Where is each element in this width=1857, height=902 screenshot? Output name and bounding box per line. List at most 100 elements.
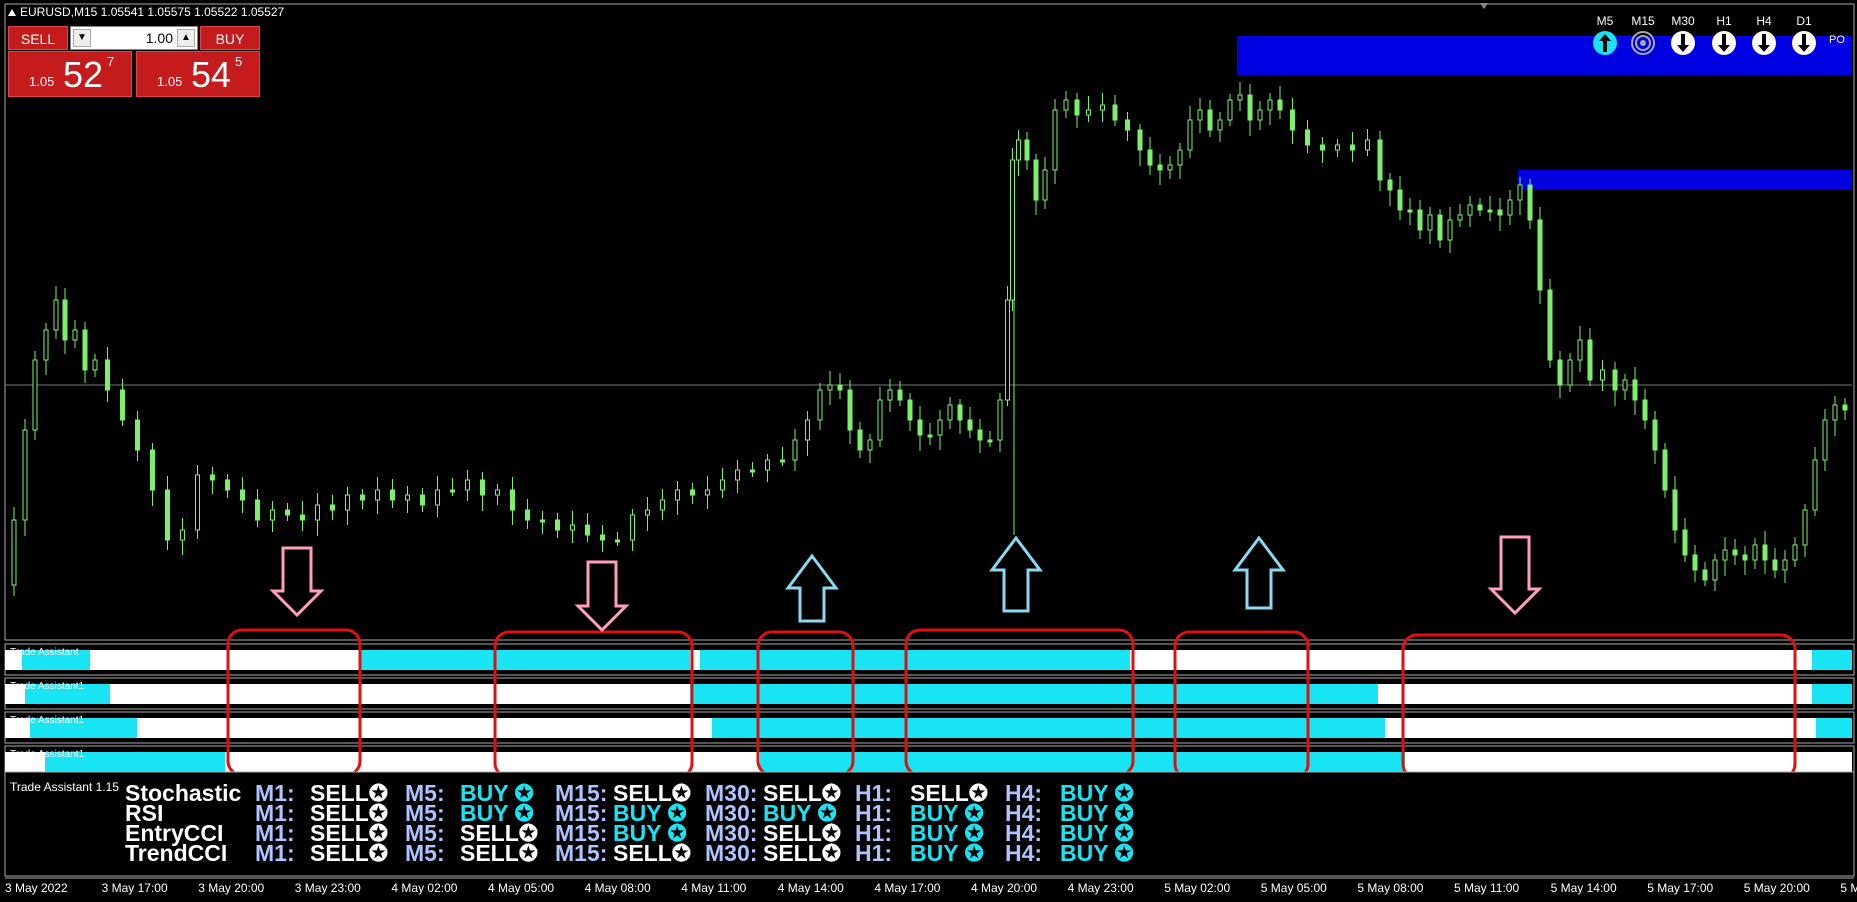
candle-body (630, 514, 635, 541)
time-axis-label: 5 May (1840, 881, 1857, 895)
candle-body (947, 404, 953, 421)
candle-body (255, 499, 260, 521)
timeframe-label: H1 (1716, 14, 1732, 28)
lot-value[interactable]: 1.00 (146, 27, 173, 49)
candle-body (1652, 419, 1658, 451)
sell-button[interactable]: SELL (8, 26, 68, 50)
candle-body (1527, 184, 1533, 221)
collapse-triangle-icon[interactable] (8, 9, 16, 16)
candle-body (735, 469, 740, 481)
candle-body (1722, 549, 1728, 561)
timeframe-m15[interactable]: M15 (1628, 14, 1658, 56)
time-axis-label: 5 May 05:00 (1260, 881, 1327, 895)
candle-body (1842, 404, 1848, 411)
indicator-name: TrendCCI (125, 840, 228, 866)
candle-body (1187, 119, 1193, 151)
candle-body (615, 539, 620, 543)
time-axis-label: 4 May 17:00 (874, 881, 941, 895)
candle-body (1147, 149, 1153, 166)
candle-body (1782, 559, 1788, 571)
candle-body (897, 389, 903, 401)
timeframe-label: M30 (1671, 14, 1695, 28)
candle-body (805, 419, 810, 441)
buy-price-fraction: 5 (235, 54, 243, 69)
candle-body (555, 519, 560, 531)
arrow-down-icon (1671, 31, 1695, 55)
lot-increase-icon[interactable]: ▲ (177, 29, 195, 47)
candle-body (1802, 509, 1808, 546)
price-chart[interactable] (0, 0, 1857, 902)
candle-body (1100, 104, 1105, 111)
candle-body (1457, 214, 1463, 221)
sell-price-button[interactable]: 1.05 52 7 (8, 51, 132, 97)
timeframe-label: D1 (1796, 14, 1812, 28)
candle-body (1427, 214, 1433, 231)
lot-input[interactable]: ▼ 1.00 ▲ (70, 26, 198, 50)
timeframe-m30[interactable]: M30 (1668, 14, 1698, 56)
arrow-down-icon (1752, 31, 1776, 55)
sell-segment (1310, 650, 1812, 670)
sell-segment (1405, 752, 1852, 772)
time-axis-label: 3 May 20:00 (198, 881, 265, 895)
candle-body (837, 384, 843, 391)
candle-body (43, 329, 49, 361)
candle-body (1762, 544, 1768, 561)
candle-body (420, 494, 425, 506)
timeframe-m5[interactable]: M5 (1590, 14, 1620, 56)
sell-signal: SELL✪ (460, 840, 539, 866)
buy-segment (712, 718, 1385, 738)
timeframe-h4[interactable]: H4 (1749, 14, 1779, 56)
sell-segment (1385, 718, 1816, 738)
candle-body (1397, 189, 1403, 211)
arrow-up-icon (1593, 31, 1617, 55)
candle-body (270, 509, 275, 521)
time-axis-label: 5 May 08:00 (1357, 881, 1424, 895)
candle-body (315, 504, 320, 521)
candle-body (585, 524, 590, 536)
candle-body (225, 479, 230, 491)
candle-body (600, 534, 605, 541)
candle-body (92, 359, 98, 371)
signal-timeframe: M5: (405, 840, 445, 866)
candle-body (1125, 119, 1130, 131)
candle-body (1010, 159, 1015, 301)
sell-price-big: 52 (63, 54, 104, 95)
candle-body (705, 489, 710, 496)
candle-body (375, 489, 380, 501)
candle-body (1832, 404, 1838, 421)
candle-body (435, 489, 440, 506)
candle-body (1792, 544, 1798, 561)
sell-segment (90, 650, 360, 670)
main-chart-frame (4, 3, 1855, 641)
candle-body (937, 419, 943, 436)
candle-body (1227, 99, 1233, 121)
time-axis-label: 4 May 02:00 (391, 881, 458, 895)
candle-body (210, 474, 215, 481)
sell-segment (1378, 684, 1812, 704)
timeframe-label: H4 (1756, 14, 1772, 28)
candle-body (570, 524, 575, 531)
one-click-trading-panel: SELL ▼ 1.00 ▲ BUY 1.05 52 7 1.05 54 5 (8, 26, 260, 98)
candle-body (1447, 219, 1453, 241)
candle-body (1507, 199, 1513, 216)
candle-body (285, 509, 290, 516)
candle-body (1772, 559, 1778, 571)
time-axis-label: 4 May 05:00 (488, 881, 555, 895)
timeframe-h1[interactable]: H1 (1709, 14, 1739, 56)
buy-button[interactable]: BUY (200, 26, 260, 50)
buy-price-button[interactable]: 1.05 54 5 (136, 51, 260, 97)
indicator-window-label: Trade Assistant1 (10, 749, 85, 760)
candle-body (330, 504, 335, 511)
buy-segment (360, 650, 690, 670)
candle-body (465, 479, 470, 491)
candle-body (1632, 379, 1638, 401)
candle-body (1612, 369, 1618, 391)
candle-body (1702, 569, 1708, 581)
time-axis-label: 5 May 02:00 (1164, 881, 1231, 895)
time-axis-label: 3 May 17:00 (101, 881, 168, 895)
candle-body (135, 419, 140, 451)
candle-body (1812, 459, 1818, 511)
lot-decrease-icon[interactable]: ▼ (73, 29, 91, 47)
time-axis-label: 5 May 17:00 (1647, 881, 1714, 895)
timeframe-d1[interactable]: D1 (1789, 14, 1819, 56)
